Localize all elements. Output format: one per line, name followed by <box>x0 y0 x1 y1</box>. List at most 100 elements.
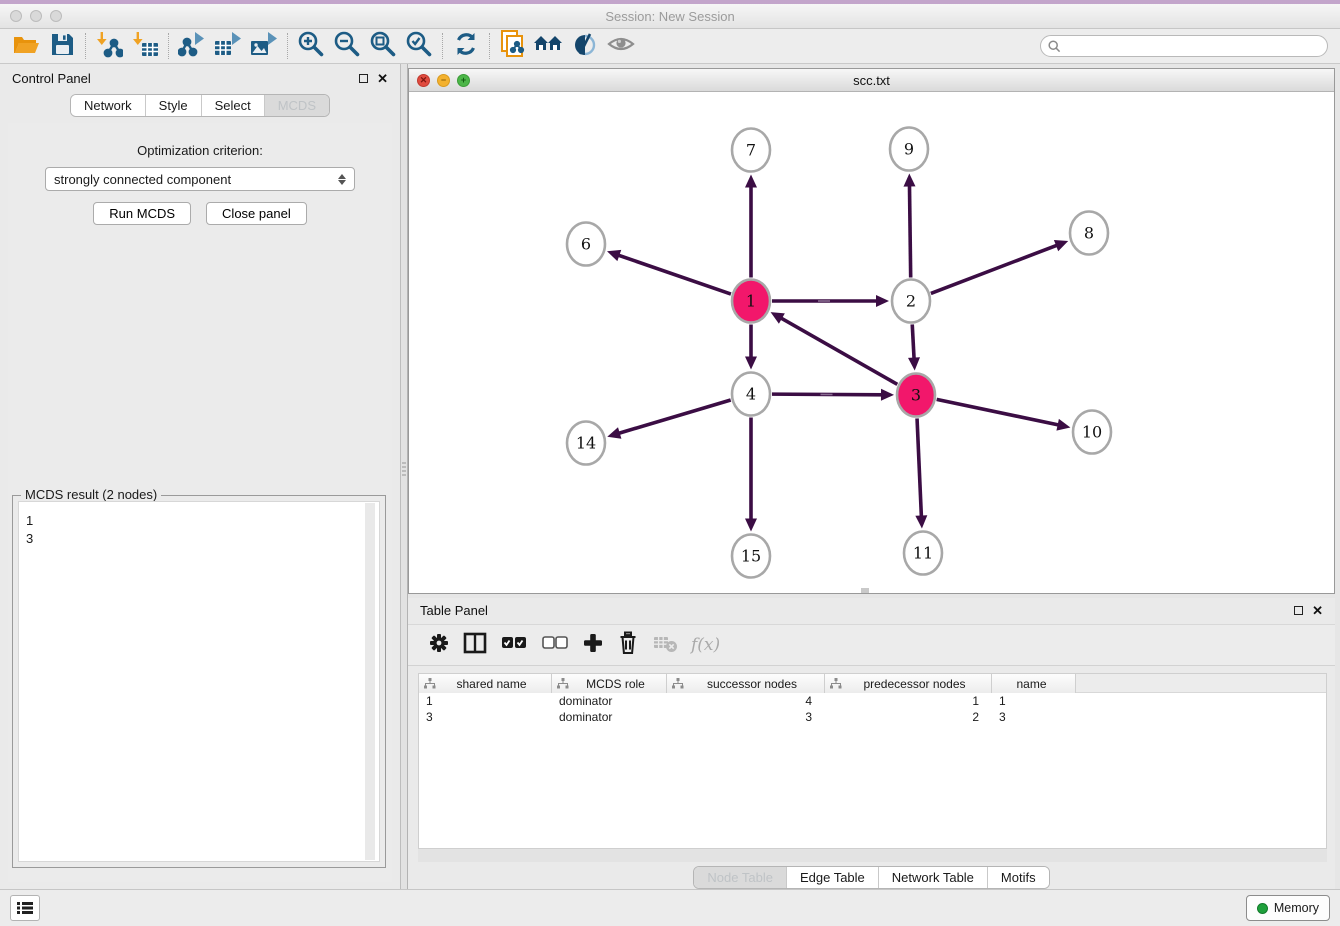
memory-status-icon <box>1257 903 1268 914</box>
zoom-fit-icon <box>369 30 397 63</box>
toggle-views-button[interactable] <box>603 31 639 61</box>
deselect-all-rows-button[interactable] <box>541 634 569 657</box>
table-row[interactable]: 3 dominator 3 2 3 <box>419 709 1326 725</box>
select-all-rows-button[interactable] <box>500 634 528 657</box>
edge-arrowhead-icon <box>1054 240 1068 251</box>
tab-edge-table[interactable]: Edge Table <box>786 867 878 888</box>
graph-edge[interactable] <box>937 399 1061 425</box>
graph-edge[interactable] <box>779 317 897 384</box>
graph-node-label: 10 <box>1082 423 1102 442</box>
mcds-result-list[interactable]: 1 3 <box>18 501 380 862</box>
float-panel-icon[interactable] <box>359 74 368 83</box>
close-panel-button[interactable]: Close panel <box>206 202 307 225</box>
import-table-button[interactable] <box>127 31 163 61</box>
graph-node-label: 15 <box>741 547 761 566</box>
export-table-button[interactable] <box>210 31 246 61</box>
network-graph: 1234678910111415 <box>409 92 1331 594</box>
column-header-shared-name[interactable]: shared name <box>419 674 552 693</box>
import-network-button[interactable] <box>91 31 127 61</box>
graph-edge[interactable] <box>617 400 731 434</box>
table-settings-button[interactable] <box>428 632 450 659</box>
cell-mcds-role: dominator <box>552 710 667 724</box>
graph-node-label: 4 <box>746 385 756 404</box>
cell-name: 1 <box>992 694 1076 708</box>
panel-splitter[interactable] <box>400 64 408 892</box>
import-table-icon <box>131 30 159 63</box>
zoom-in-button[interactable] <box>293 31 329 61</box>
cell-shared-name: 3 <box>419 710 552 724</box>
delete-table-button[interactable] <box>652 633 678 658</box>
control-panel-tabs: Network Style Select MCDS <box>0 94 400 117</box>
column-header-name[interactable]: name <box>992 674 1076 693</box>
tab-motifs[interactable]: Motifs <box>987 867 1049 888</box>
network-canvas[interactable]: 1234678910111415 <box>409 92 1334 593</box>
close-panel-icon[interactable]: ✕ <box>377 72 388 85</box>
graph-edge[interactable] <box>616 255 730 295</box>
table-hscrollbar[interactable] <box>418 848 1327 862</box>
column-type-icon <box>672 678 684 689</box>
save-session-button[interactable] <box>44 31 80 61</box>
toolbar-separator <box>287 33 288 59</box>
tab-select[interactable]: Select <box>201 95 264 116</box>
memory-button[interactable]: Memory <box>1246 895 1330 921</box>
maximize-view-button[interactable]: + <box>457 74 470 87</box>
open-session-button[interactable] <box>8 31 44 61</box>
canvas-resize-grip[interactable] <box>861 588 869 593</box>
tab-node-table[interactable]: Node Table <box>694 867 786 888</box>
mcds-result-group: MCDS result (2 nodes) 1 3 <box>12 495 386 868</box>
float-table-panel-icon[interactable] <box>1294 606 1303 615</box>
run-mcds-button[interactable]: Run MCDS <box>93 202 191 225</box>
zoom-fit-button[interactable] <box>365 31 401 61</box>
search-field-wrap <box>1040 35 1328 57</box>
close-table-panel-icon[interactable]: ✕ <box>1312 604 1323 617</box>
show-column-panel-button[interactable] <box>463 632 487 659</box>
eye-icon <box>606 32 636 61</box>
graph-edge[interactable] <box>909 183 910 277</box>
column-header-mcds-role[interactable]: MCDS role <box>552 674 667 693</box>
refresh-button[interactable] <box>448 31 484 61</box>
graph-edge[interactable] <box>917 418 921 518</box>
tab-style[interactable]: Style <box>145 95 201 116</box>
zoom-selected-button[interactable] <box>401 31 437 61</box>
cell-successor-nodes: 3 <box>667 710 825 724</box>
cell-name: 3 <box>992 710 1076 724</box>
zoom-out-button[interactable] <box>329 31 365 61</box>
search-input[interactable] <box>1040 35 1328 57</box>
tab-network-table[interactable]: Network Table <box>878 867 987 888</box>
cell-successor-nodes: 4 <box>667 694 825 708</box>
tab-network[interactable]: Network <box>71 95 145 116</box>
graph-edge[interactable] <box>931 245 1059 294</box>
add-column-button[interactable] <box>582 632 604 659</box>
splitter-grip[interactable] <box>402 462 406 476</box>
select-stepper-icon <box>338 174 346 185</box>
tab-mcds[interactable]: MCDS <box>264 95 329 116</box>
minimize-view-button[interactable]: − <box>437 74 450 87</box>
table-body: 1 dominator 4 1 1 3 dominator 3 2 3 <box>419 693 1326 848</box>
table-row[interactable]: 1 dominator 4 1 1 <box>419 693 1326 709</box>
column-header-predecessor-nodes[interactable]: predecessor nodes <box>825 674 992 693</box>
network-window-titlebar[interactable]: ✕ − + scc.txt <box>409 69 1334 92</box>
show-all-windows-button[interactable] <box>531 31 567 61</box>
network-file-icon <box>498 29 528 64</box>
column-header-successor-nodes[interactable]: successor nodes <box>667 674 825 693</box>
graph-node-label: 1 <box>746 292 756 311</box>
task-history-button[interactable] <box>10 895 40 921</box>
refresh-icon <box>452 30 480 63</box>
graph-node-label: 7 <box>746 141 756 160</box>
eye-slash-icon <box>571 31 599 62</box>
graph-edge[interactable] <box>912 324 914 360</box>
delete-column-button[interactable] <box>617 631 639 660</box>
edge-arrowhead-icon <box>607 250 621 261</box>
function-builder-button[interactable]: f(x) <box>691 635 720 655</box>
network-from-file-button[interactable] <box>495 31 531 61</box>
control-panel-title: Control Panel <box>12 71 91 86</box>
criterion-select[interactable]: strongly connected component <box>45 167 355 191</box>
hide-panels-button[interactable] <box>567 31 603 61</box>
export-image-icon <box>249 30 279 63</box>
app-titlebar: Session: New Session <box>0 4 1340 29</box>
edge-arrowhead-icon <box>908 357 920 370</box>
close-view-button[interactable]: ✕ <box>417 74 430 87</box>
result-scrollbar[interactable] <box>365 503 375 860</box>
export-image-button[interactable] <box>246 31 282 61</box>
export-network-button[interactable] <box>174 31 210 61</box>
